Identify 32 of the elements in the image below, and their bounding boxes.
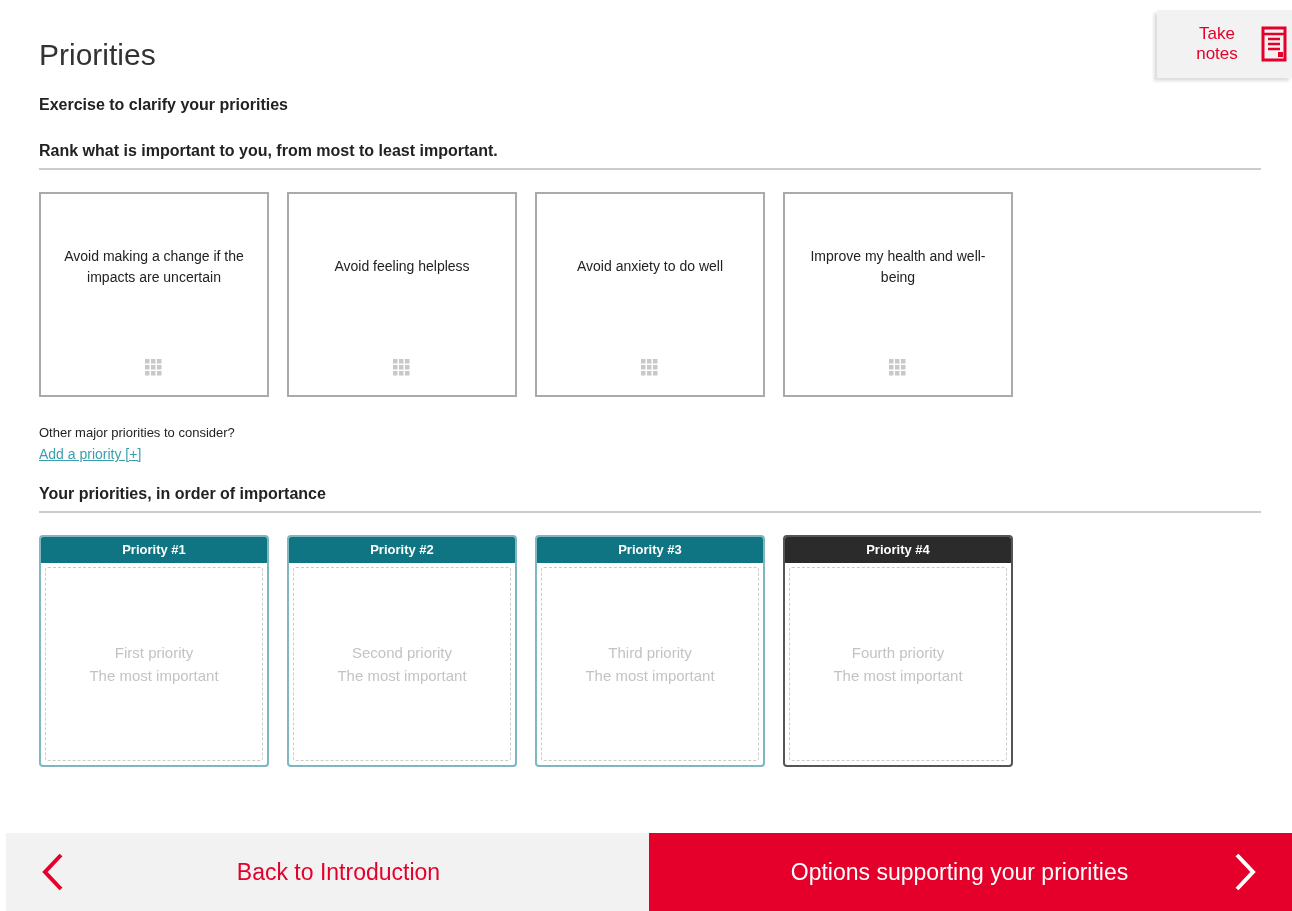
slot-header: Priority #1 [41,537,267,563]
other-priorities-prompt: Other major priorities to consider? [39,425,236,440]
order-heading: Your priorities, in order of importance [39,485,327,503]
slot-placeholder: The most important [89,667,219,684]
rank-heading: Rank what is important to you, from most to least important. [39,142,499,160]
chevron-right-icon [1234,853,1256,891]
slot-placeholder: Third priority [608,644,692,661]
slot-placeholder: The most important [585,667,715,684]
priority-card[interactable]: Improve my health and well-being [783,192,1013,397]
notepad-icon [1261,26,1287,62]
slot-placeholder: The most important [833,667,963,684]
drag-handle-icon[interactable] [641,359,659,377]
chevron-left-icon [42,853,64,891]
take-notes-button[interactable]: Take notes [1157,10,1292,78]
priority-card[interactable]: Avoid feeling helpless [287,192,517,397]
back-button[interactable]: Back to Introduction [6,833,649,911]
drag-handle-icon[interactable] [889,359,907,377]
slot-placeholder: Fourth priority [851,644,945,661]
next-button[interactable]: Options supporting your priorities [649,833,1292,911]
drag-handle-icon[interactable] [145,359,163,377]
drag-handle-icon[interactable] [393,359,411,377]
slot-placeholder: First priority [114,644,194,661]
page-title: Priorities [39,38,156,72]
slot-header: Priority #3 [537,537,763,563]
priority-card[interactable]: Avoid anxiety to do well [535,192,765,397]
add-priority-link[interactable]: Add a priority [+] [39,446,142,462]
slot-header: Priority #4 [785,537,1011,563]
slot-placeholder: Second priority [351,644,453,661]
slot-placeholder: The most important [337,667,467,684]
slot-header: Priority #2 [289,537,515,563]
priority-card[interactable]: Avoid making a change if the impacts are uncertain [39,192,269,397]
exercise-heading: Exercise to clarify your priorities [39,96,289,114]
